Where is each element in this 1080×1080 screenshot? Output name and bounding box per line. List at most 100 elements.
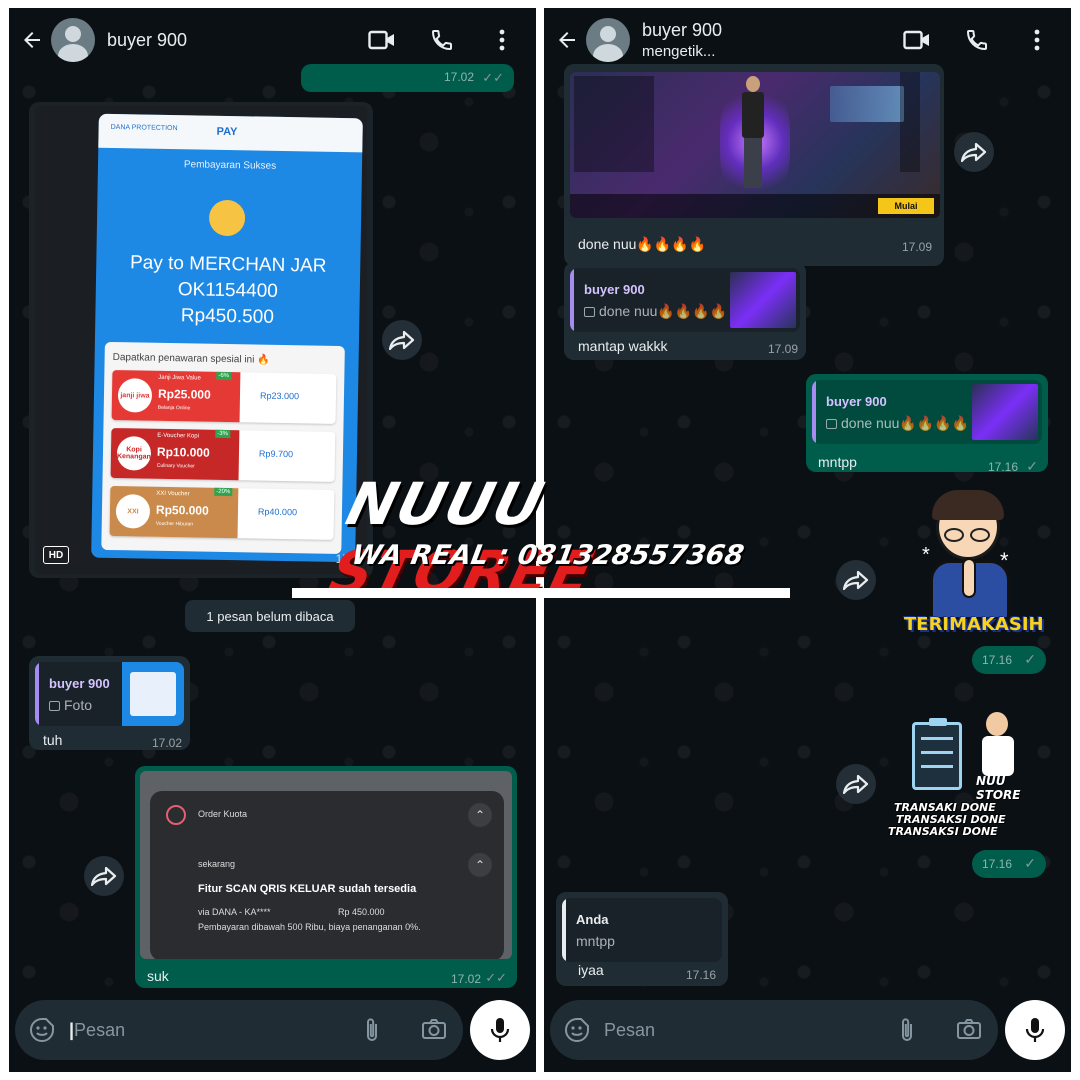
voice-call-icon[interactable] [428, 26, 456, 54]
video-call-icon[interactable] [368, 26, 396, 54]
image-message-payment[interactable]: DANA PROTECTION PAY Pembayaran Sukses Pa… [29, 102, 373, 578]
sticker-transaksi-done[interactable]: NUU STORE TRANSAKI DONE TRANSAKSI DONE TRA… [888, 702, 1050, 842]
message-mntpp[interactable]: buyer 900 done nuu🔥🔥🔥🔥 mntpp 17.16 ✓ [806, 374, 1048, 474]
message-tuh[interactable]: buyer 900 Foto tuh 17.02 [29, 656, 190, 750]
quoted-message[interactable]: buyer 900 Foto [35, 662, 184, 726]
message-composer: Pesan [550, 1000, 998, 1060]
hd-badge: HD [43, 546, 69, 564]
forward-icon[interactable] [84, 856, 124, 896]
quoted-preview: Foto [49, 697, 92, 713]
clipboard-icon [912, 718, 962, 790]
message-input[interactable]: |Pesan [69, 1020, 365, 1041]
sticker-time-pill: 17.16 ✓ [972, 646, 1046, 674]
notification-card: Order Kuota ⌃ sekarang ⌃ Fitur SCAN QRIS… [150, 791, 504, 959]
offer-price: Rp10.000 [156, 444, 210, 460]
sticker-icon[interactable] [29, 1017, 55, 1043]
forward-icon[interactable] [836, 764, 876, 804]
image-message-notification[interactable]: Order Kuota ⌃ sekarang ⌃ Fitur SCAN QRIS… [135, 766, 517, 988]
read-ticks-icon: ✓✓ [482, 70, 504, 85]
voice-call-icon[interactable] [963, 26, 991, 54]
success-coin-icon [208, 199, 246, 237]
offer-note: Voucher Hiburan [155, 520, 194, 528]
message-input[interactable]: Pesan [604, 1020, 900, 1041]
more-options-icon[interactable] [1023, 26, 1051, 54]
forward-icon[interactable] [954, 132, 994, 172]
microphone-button[interactable] [470, 1000, 530, 1060]
unread-label: 1 pesan belum dibaca [206, 608, 334, 624]
message-time: 17.09 [901, 240, 932, 254]
quoted-author: buyer 900 [826, 394, 887, 409]
notification-screenshot[interactable]: Order Kuota ⌃ sekarang ⌃ Fitur SCAN QRIS… [140, 771, 512, 959]
avatar[interactable] [586, 18, 630, 62]
notification-app: Order Kuota [198, 809, 248, 819]
offer-name: Janji Jiwa Value [158, 374, 201, 382]
message-mantap[interactable]: buyer 900 done nuu🔥🔥🔥🔥 mantap wakkk 17.0… [564, 262, 806, 360]
message-text: iyaa [578, 962, 604, 978]
offer-item: janji jiwa Janji Jiwa Value -6% Rp25.000… [111, 370, 337, 424]
message-text: tuh [43, 732, 63, 748]
message-time: 17.09 [767, 342, 798, 356]
back-arrow-icon[interactable] [554, 27, 580, 53]
chat-header: buyer 900 [9, 8, 536, 72]
camera-icon[interactable] [956, 1017, 982, 1043]
sticker-icon[interactable] [564, 1017, 590, 1043]
quoted-thumbnail [972, 384, 1038, 440]
photo-icon [49, 701, 60, 711]
microphone-button[interactable] [1005, 1000, 1065, 1060]
message-time: 17.16 [982, 857, 1013, 871]
message-time: 17.16 [685, 968, 716, 982]
message-text: mantap wakkk [578, 338, 668, 354]
contact-name[interactable]: buyer 900 [642, 20, 903, 41]
notification-amount: Rp 450.000 [338, 907, 385, 917]
offer-title: Dapatkan penawaran spesial ini 🔥 [112, 352, 270, 366]
offer-price: Rp50.000 [155, 502, 209, 518]
video-call-icon[interactable] [903, 26, 931, 54]
quoted-message[interactable]: buyer 900 done nuu🔥🔥🔥🔥 [812, 380, 1042, 444]
sticker-brand: NUU STORE [976, 774, 1021, 802]
game-screenshot[interactable]: Mulai [570, 72, 940, 218]
contact-name[interactable]: buyer 900 [107, 30, 368, 51]
offer-old-price: Rp23.000 [259, 390, 300, 402]
pay-label: PAY [216, 125, 238, 139]
order-kuota-app-icon [166, 805, 186, 825]
offer-name: E-Voucher Kopi [157, 432, 200, 440]
photo-icon [584, 307, 595, 317]
quoted-preview: done nuu🔥🔥🔥🔥 [584, 303, 727, 320]
pay-to: Pay to MERCHAN JAR [129, 252, 327, 277]
avatar[interactable] [51, 18, 95, 62]
image-message-game[interactable]: Mulai done nuu🔥🔥🔥🔥 17.09 [564, 64, 944, 266]
microphone-icon [490, 1018, 510, 1042]
camera-icon[interactable] [421, 1017, 447, 1043]
game-side-menu [574, 76, 654, 172]
attach-icon[interactable] [365, 1017, 391, 1043]
sticker-time-pill: 17.16 ✓ [972, 850, 1046, 878]
brand-label: DANA PROTECTION [110, 123, 178, 133]
message-text: suk [147, 968, 169, 984]
payment-amount: Rp450.500 [180, 305, 275, 328]
quoted-message[interactable]: buyer 900 done nuu🔥🔥🔥🔥 [570, 268, 800, 332]
message-time: 17.02 [443, 70, 474, 84]
attach-icon[interactable] [900, 1017, 926, 1043]
sent-tick-icon: ✓ [1024, 855, 1036, 871]
back-arrow-icon[interactable] [19, 27, 45, 53]
sticker-terimakasih[interactable]: * * TERIMAKASIH [904, 488, 1044, 648]
quoted-message[interactable]: Anda mntpp [562, 898, 722, 962]
message-time: 17.02 [151, 736, 182, 750]
unread-divider: 1 pesan belum dibaca [185, 600, 355, 632]
offer-card: Dapatkan penawaran spesial ini 🔥 janji j… [101, 341, 345, 555]
collapse-icon[interactable]: ⌃ [468, 803, 492, 827]
payment-screenshot[interactable]: DANA PROTECTION PAY Pembayaran Sukses Pa… [35, 106, 367, 574]
chat-header: buyer 900 mengetik... [544, 8, 1071, 72]
microphone-icon [1025, 1018, 1045, 1042]
quoted-thumbnail [122, 662, 184, 726]
collapse-icon[interactable]: ⌃ [468, 853, 492, 877]
forward-icon[interactable] [382, 320, 422, 360]
notification-note: Pembayaran dibawah 500 Ribu, biaya penan… [198, 922, 421, 932]
chat-pane-right: buyer 900 mengetik... Mulai done nuu🔥🔥🔥🔥… [544, 8, 1071, 1072]
chat-pane-left: buyer 900 17.02 ✓✓ DANA PROTECTION PAY P… [9, 8, 536, 1072]
message-composer: |Pesan [15, 1000, 463, 1060]
message-iyaa[interactable]: Anda mntpp iyaa 17.16 [556, 892, 728, 986]
forward-icon[interactable] [836, 560, 876, 600]
more-options-icon[interactable] [488, 26, 516, 54]
previous-message-bubble[interactable]: 17.02 ✓✓ [301, 64, 514, 92]
